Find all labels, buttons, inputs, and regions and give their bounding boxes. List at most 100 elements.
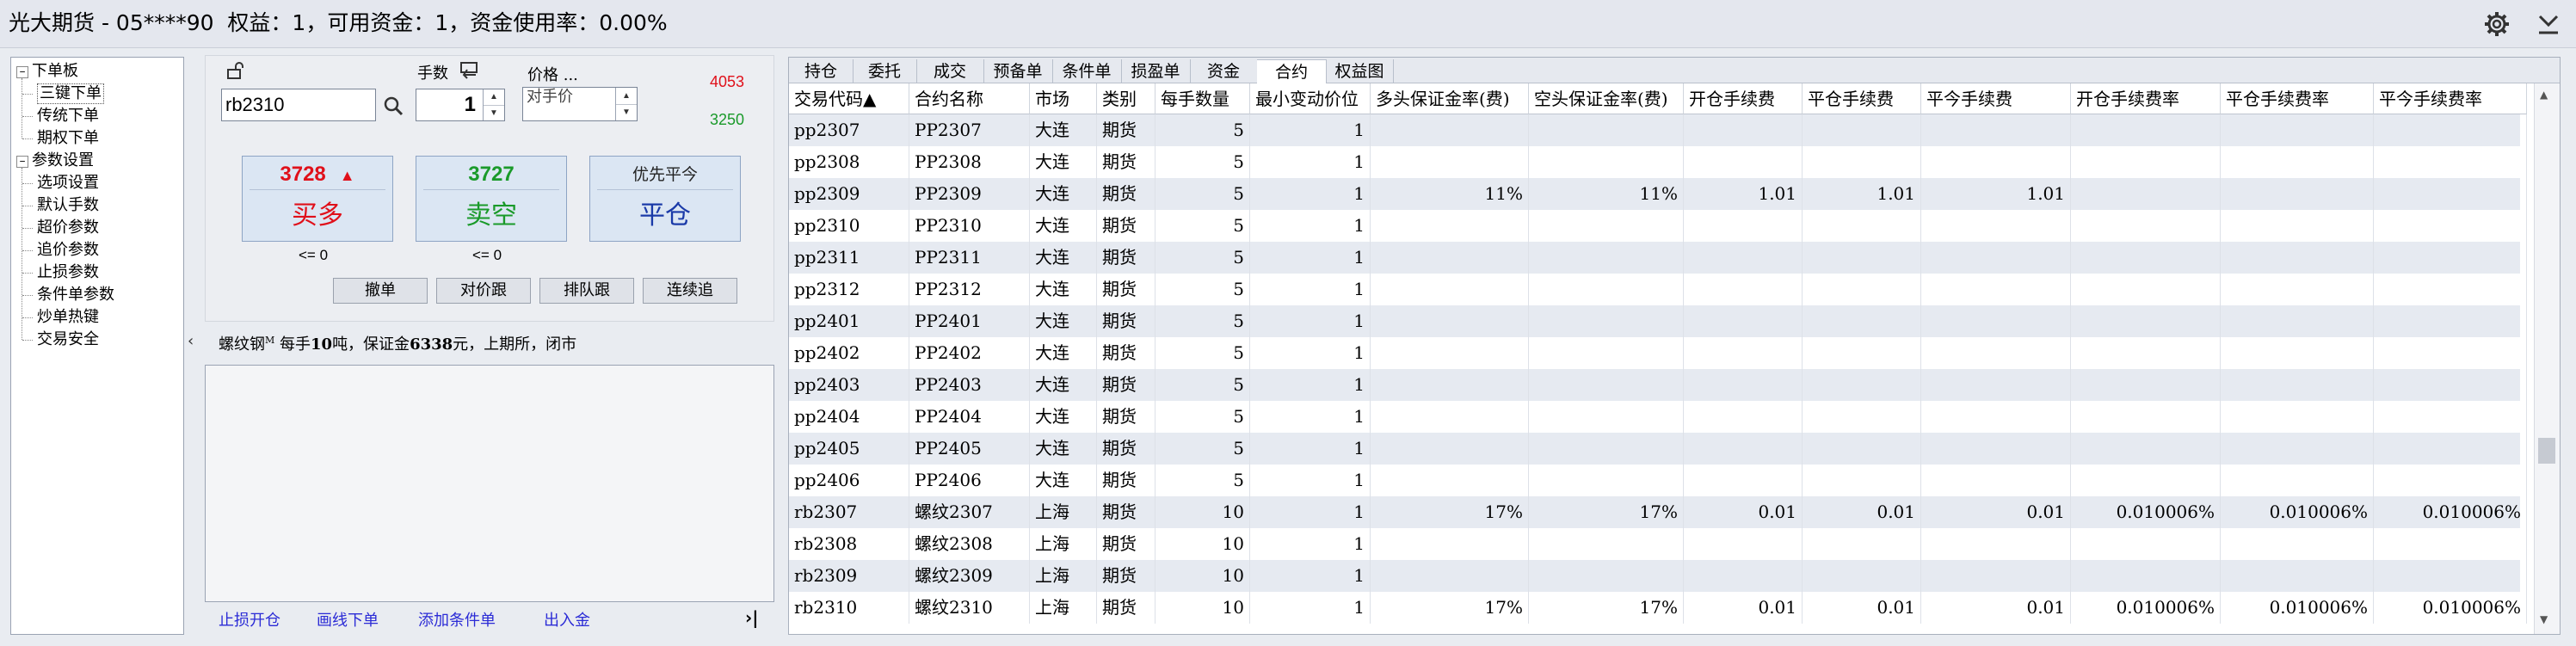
price-field[interactable]: 对手价 ▲ ▼ (522, 87, 638, 121)
stop-loss-open-link[interactable]: 止损开仓 (219, 608, 280, 631)
table-cell: 5 (1156, 274, 1250, 305)
table-cell (2374, 210, 2527, 242)
table-cell (2221, 560, 2374, 592)
tree-branch (22, 340, 33, 341)
qty-stepper[interactable]: 1 ▲ ▼ (416, 89, 505, 121)
sell-limit-note: <= 0 (472, 247, 502, 263)
tree-item[interactable]: 默认手数 (37, 195, 99, 216)
column-header[interactable]: 类别 (1097, 83, 1156, 114)
table-cell (1684, 401, 1803, 433)
scroll-thumb[interactable] (2538, 438, 2555, 464)
draw-line-order-link[interactable]: 画线下单 (317, 608, 379, 631)
tab-4[interactable]: 条件单 (1052, 59, 1122, 83)
tree-item[interactable]: 传统下单 (37, 106, 99, 126)
tab-3[interactable]: 预备单 (983, 59, 1053, 83)
sell-short-button[interactable]: 3727 卖空 (416, 156, 567, 242)
buy-long-button[interactable]: 3728 ▲ 买多 (242, 156, 393, 242)
tab-0[interactable]: 持仓 (789, 59, 854, 83)
tree-item[interactable]: 三键下单 (37, 83, 104, 104)
table-cell: 11% (1529, 178, 1684, 210)
scroll-down-icon[interactable]: ▼ (2540, 613, 2548, 625)
table-cell: 期货 (1097, 592, 1156, 624)
queue-follow-button[interactable]: 排队跟 (539, 278, 634, 304)
table-cell (1529, 210, 1684, 242)
table-cell (2221, 369, 2374, 401)
tree-item[interactable]: 期权下单 (37, 128, 99, 149)
table-cell (2071, 528, 2221, 560)
table-cell: 5 (1156, 369, 1250, 401)
collapse-left-icon[interactable]: ‹ (188, 332, 194, 350)
tree-item[interactable]: 选项设置 (37, 173, 99, 194)
column-header[interactable]: 空头保证金率(费) (1529, 83, 1684, 114)
table-cell (2374, 274, 2527, 305)
search-icon[interactable] (383, 95, 404, 116)
table-cell (1529, 465, 1684, 496)
table-cell: pp2402 (789, 337, 909, 369)
table-cell: 1 (1250, 178, 1371, 210)
tab-5[interactable]: 损盈单 (1121, 59, 1191, 83)
table-cell (1684, 465, 1803, 496)
table-cell (1803, 465, 1921, 496)
column-header[interactable]: 开仓手续费率 (2071, 83, 2221, 114)
table-cell (1684, 114, 1803, 146)
tree-item[interactable]: 止损参数 (37, 262, 99, 283)
tree-item[interactable]: 超价参数 (37, 218, 99, 238)
column-header[interactable]: 平今手续费率 (2374, 83, 2527, 114)
tab-bar: 持仓 委托 成交 预备单 条件单 损盈单 资金 合约 权益图 (789, 58, 2560, 84)
column-header[interactable]: 每手数量 (1156, 83, 1250, 114)
table-cell: 期货 (1097, 274, 1156, 305)
scroll-up-icon[interactable]: ▲ (2540, 89, 2548, 101)
symbol-input[interactable]: rb2310 (221, 89, 376, 121)
table-cell: 1 (1250, 401, 1371, 433)
tab-2[interactable]: 成交 (916, 59, 984, 83)
tree-collapse-icon[interactable]: − (16, 156, 28, 168)
column-header[interactable]: 交易代码▲ (789, 83, 909, 114)
tab-7[interactable]: 合约 (1257, 59, 1327, 84)
price-spin[interactable]: ▲ ▼ (615, 88, 637, 120)
minimize-icon[interactable] (2530, 5, 2567, 43)
table-cell (1803, 146, 1921, 178)
table-cell (1684, 305, 1803, 337)
expand-right-icon[interactable]: ›| (745, 607, 759, 628)
tab-1[interactable]: 委托 (853, 59, 917, 83)
continuous-chase-button[interactable]: 连续追 (643, 278, 737, 304)
unlock-icon[interactable] (226, 61, 245, 80)
column-header[interactable]: 平仓手续费率 (2221, 83, 2374, 114)
table-cell: 10 (1156, 496, 1250, 528)
column-header[interactable]: 市场 (1030, 83, 1097, 114)
tab-8[interactable]: 权益图 (1326, 59, 1394, 83)
swap-icon[interactable] (459, 61, 479, 80)
table-cell: 1 (1250, 242, 1371, 274)
table-cell: 期货 (1097, 465, 1156, 496)
qty-spin[interactable]: ▲ ▼ (483, 89, 504, 120)
vertical-scrollbar[interactable]: ▲ ▼ (2534, 83, 2560, 634)
table-cell (1684, 560, 1803, 592)
tree-group-label[interactable]: 下单板 (32, 61, 78, 82)
table-cell (1529, 274, 1684, 305)
tree-item[interactable]: 炒单热键 (37, 307, 99, 328)
tree-collapse-icon[interactable]: − (16, 66, 28, 78)
close-position-button[interactable]: 优先平今 平仓 (589, 156, 741, 242)
gear-icon[interactable] (2478, 5, 2516, 43)
table-cell: 期货 (1097, 305, 1156, 337)
tab-6[interactable]: 资金 (1190, 59, 1258, 83)
cancel-order-button[interactable]: 撤单 (333, 278, 428, 304)
counter-price-follow-button[interactable]: 对价跟 (436, 278, 531, 304)
deposit-withdraw-link[interactable]: 出入金 (544, 608, 590, 631)
column-header[interactable]: 合约名称 (909, 83, 1030, 114)
table-cell (1529, 401, 1684, 433)
add-condition-order-link[interactable]: 添加条件单 (418, 608, 496, 631)
tree-item[interactable]: 交易安全 (37, 329, 99, 350)
tree-group-label[interactable]: 参数设置 (32, 151, 94, 171)
table-cell: 期货 (1097, 528, 1156, 560)
tree-item[interactable]: 追价参数 (37, 240, 99, 261)
tree-branch (22, 228, 33, 229)
table-cell: PP2309 (909, 178, 1030, 210)
column-header[interactable]: 平今手续费 (1921, 83, 2071, 114)
column-header[interactable]: 平仓手续费 (1803, 83, 1921, 114)
column-header[interactable]: 最小变动价位 (1250, 83, 1371, 114)
column-header[interactable]: 多头保证金率(费) (1371, 83, 1529, 114)
tree-item[interactable]: 条件单参数 (37, 285, 114, 305)
up-arrow-icon: ▲ (339, 167, 355, 184)
column-header[interactable]: 开仓手续费 (1684, 83, 1803, 114)
